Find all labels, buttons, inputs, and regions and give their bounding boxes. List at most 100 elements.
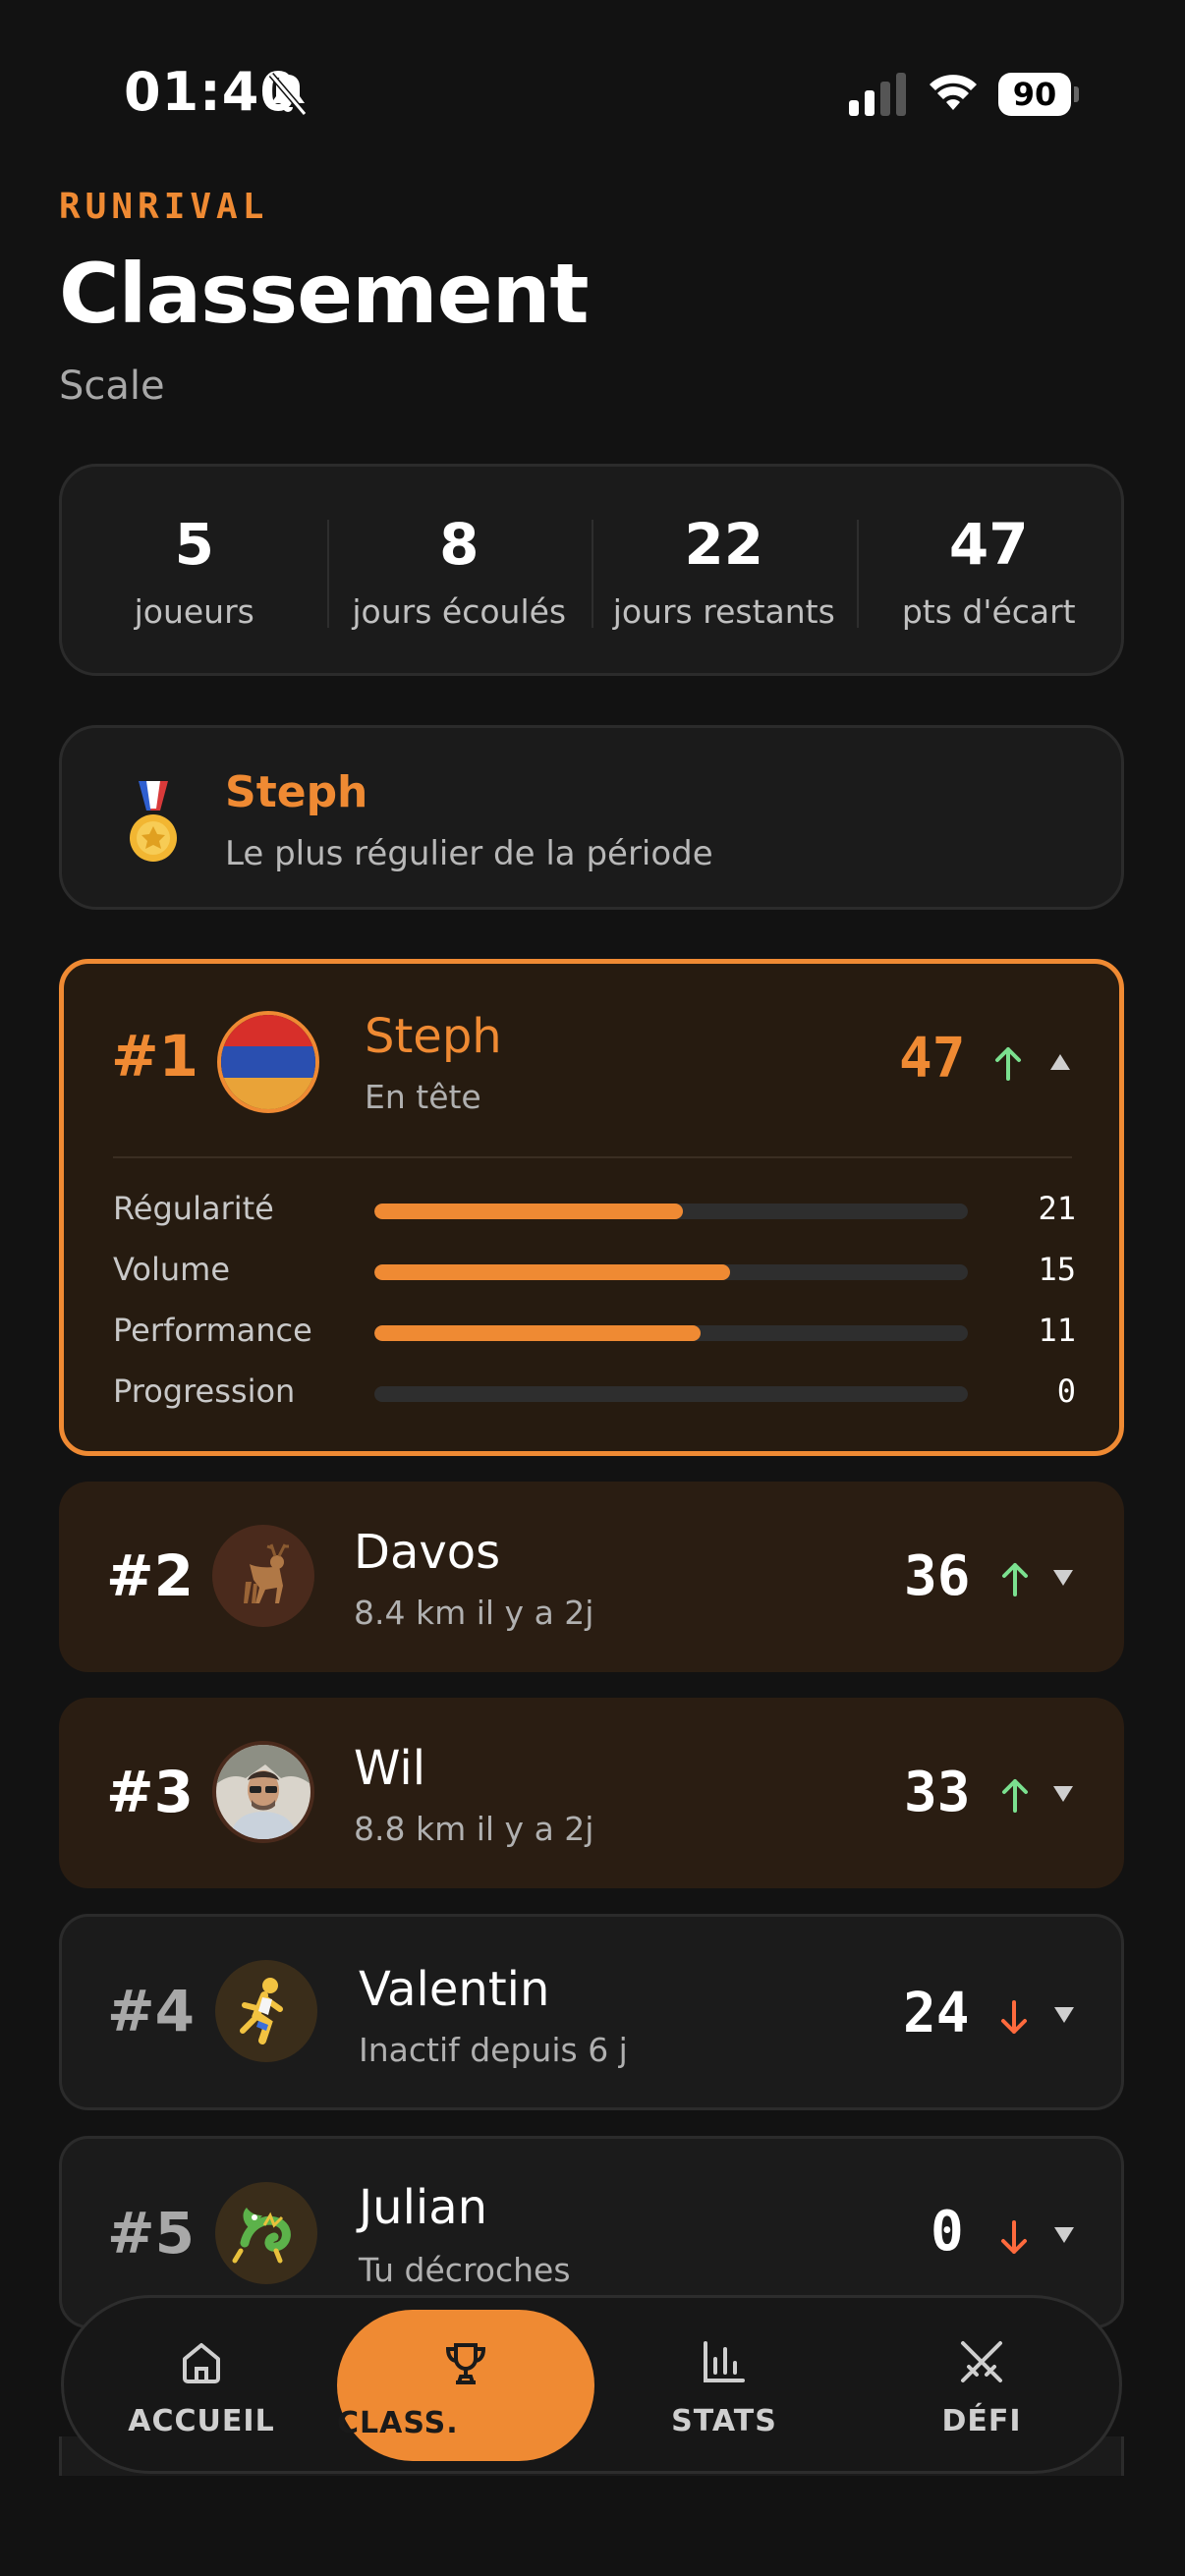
metric-bar [374,1204,968,1219]
nav-label: CLASS. [337,2406,459,2440]
nav-stats[interactable]: STATS [596,2298,852,2471]
nav-challenge[interactable]: DÉFI [854,2298,1109,2471]
rank-number: #5 [107,2200,195,2267]
stat-label: joueurs [134,591,254,631]
ranking-row-3[interactable]: #3 Wil 8.8 km il y a 2j 33 [59,1698,1124,1888]
metric-label: Régularité [113,1190,274,1227]
player-name: Valentin [359,1962,550,2017]
rank-number: #1 [111,1023,198,1090]
expand-caret-icon[interactable] [1054,2227,1074,2243]
trophy-icon [445,2343,486,2384]
player-name: Julian [359,2180,488,2235]
nav-ranking[interactable]: CLASS. [337,2310,594,2461]
flag-armenia-icon [221,1015,315,1109]
page-subtitle: Scale [59,364,165,409]
deer-icon [244,1543,289,1603]
stat-points-gap: 47 pts d'écart [856,510,1122,631]
most-regular-card: Steph Le plus régulier de la période [59,725,1124,910]
metric-label: Performance [113,1312,312,1349]
player-status: Tu décroches [359,2251,571,2289]
player-score: 36 [904,1544,971,1608]
page-title: Classement [59,246,590,342]
dragon-icon [232,2208,291,2264]
player-status: Inactif depuis 6 j [359,2031,628,2069]
player-status: En tête [365,1078,481,1116]
stat-players: 5 joueurs [62,510,327,631]
nav-label: DÉFI [941,2404,1022,2438]
signal-icon [849,73,906,116]
bell-off-icon [268,73,308,116]
bar-chart-icon [704,2341,745,2382]
metric-value: 21 [1038,1190,1076,1227]
ranking-row-2[interactable]: #2 Davos 8.4 km il y a 2j 36 [59,1482,1124,1672]
avatar [217,1011,319,1113]
rank-number: #2 [106,1542,194,1609]
metric-bar [374,1325,968,1341]
battery-indicator: 90 [998,73,1079,116]
expand-caret-icon[interactable] [1053,1570,1073,1586]
expand-caret-icon[interactable] [1054,2007,1074,2023]
metric-bar-fill [374,1264,731,1280]
rank-number: #3 [106,1759,194,1825]
metric-performance: Performance 11 [113,1312,1076,1351]
avatar [215,1960,317,2062]
runner-icon [240,1978,283,2044]
metric-label: Progression [113,1372,296,1410]
player-score: 0 [931,2200,964,2264]
row-divider [113,1156,1072,1158]
trend-up-icon [1002,1563,1028,1596]
crossed-swords-icon [961,2341,1002,2382]
status-bar: 01:40 90 [0,0,1185,187]
trend-up-icon [1002,1779,1028,1813]
ranking-row-4[interactable]: #4 Valentin Inactif depuis 6 j 24 [59,1914,1124,2110]
stats-summary-card: 5 joueurs 8 jours écoulés 22 jours resta… [59,464,1124,676]
stat-value: 8 [439,510,480,578]
trend-down-icon [1001,2000,1027,2034]
battery-nub [1074,86,1079,102]
player-score: 47 [899,1027,966,1091]
metric-value: 15 [1038,1251,1076,1288]
player-score: 33 [904,1761,971,1824]
stat-label: jours écoulés [352,591,567,631]
avatar [215,2182,317,2284]
player-name: Steph [365,1009,502,1064]
metric-bar [374,1386,968,1402]
nav-home[interactable]: ACCUEIL [74,2298,329,2471]
nav-label: STATS [671,2404,777,2438]
stat-value: 47 [948,510,1029,578]
avatar [212,1741,314,1843]
player-status: 8.8 km il y a 2j [354,1810,594,1848]
stat-days-remaining: 22 jours restants [592,510,857,631]
player-name: Wil [354,1741,426,1796]
metric-progression: Progression 0 [113,1372,1076,1412]
stat-label: jours restants [612,591,835,631]
trend-down-icon [1001,2220,1027,2254]
trend-up-icon [995,1047,1021,1081]
avatar [212,1525,314,1627]
stat-value: 22 [684,510,764,578]
stat-days-elapsed: 8 jours écoulés [326,510,592,631]
brand-label: RUNRIVAL [59,187,269,227]
player-status: 8.4 km il y a 2j [354,1594,594,1632]
medal-icon [130,781,177,862]
bottom-nav: ACCUEIL CLASS. STATS DÉFI [61,2295,1122,2474]
ranking-row-1[interactable]: #1 Steph En tête 47 Régularité 21 Volume… [59,959,1124,1456]
stat-value: 5 [174,510,214,578]
metric-bar-fill [374,1204,684,1219]
stat-label: pts d'écart [901,591,1076,631]
expand-caret-icon[interactable] [1053,1786,1073,1802]
metric-bar [374,1264,968,1280]
regular-player-name: Steph [225,767,368,817]
collapse-caret-icon[interactable] [1050,1054,1070,1070]
wifi-icon [930,75,977,110]
metric-value: 0 [1056,1372,1076,1410]
metric-regularity: Régularité 21 [113,1190,1076,1229]
metric-label: Volume [113,1251,231,1288]
regular-description: Le plus régulier de la période [225,834,713,873]
battery-level: 90 [998,73,1071,116]
rank-number: #4 [107,1978,195,2044]
home-icon [183,2343,220,2383]
metric-volume: Volume 15 [113,1251,1076,1290]
user-photo [216,1745,310,1839]
player-score: 24 [903,1982,970,2045]
